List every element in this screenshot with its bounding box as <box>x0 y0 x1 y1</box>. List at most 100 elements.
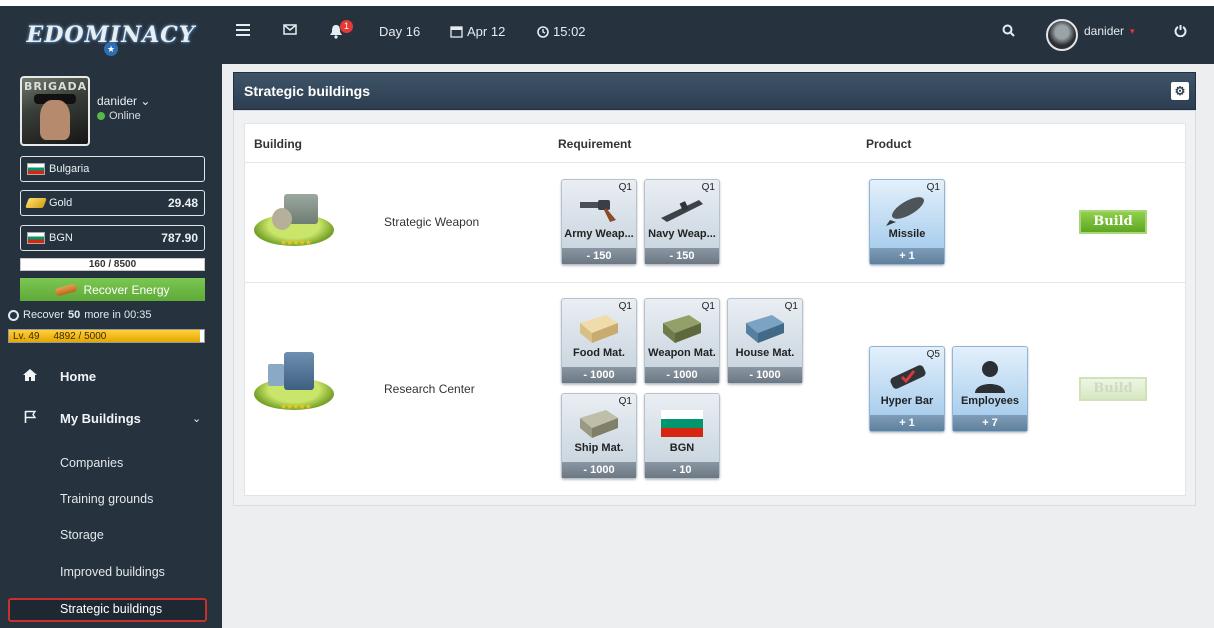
product-item[interactable]: Q5 Hyper Bar + 1 <box>869 346 945 432</box>
chevron-down-icon: ⌄ <box>192 412 202 425</box>
recover-amount: 50 <box>67 309 81 321</box>
menu-icon[interactable] <box>236 24 250 36</box>
hyper-bar-icon <box>890 365 926 389</box>
bulgaria-flag-icon <box>661 410 703 437</box>
bgn-flag-icon <box>27 232 45 244</box>
requirement-item[interactable]: Q1 Army Weap... - 150 <box>561 179 637 265</box>
clock-icon <box>537 25 549 38</box>
item-name: Missile <box>888 228 926 240</box>
item-name: Hyper Bar <box>880 395 934 407</box>
item-quantity: - 10 <box>645 462 719 478</box>
profile-username: danider <box>97 94 138 108</box>
sidebar-item-training-grounds[interactable]: Training grounds <box>60 492 153 506</box>
requirement-item[interactable]: Q1 Navy Weap... - 150 <box>644 179 720 265</box>
logo[interactable]: EDOMINACY ★ <box>0 6 222 64</box>
house-crate-icon <box>746 315 784 343</box>
bread-icon <box>54 282 79 297</box>
item-name: Ship Mat. <box>574 442 624 454</box>
column-requirement: Requirement <box>558 137 632 151</box>
gear-icon[interactable]: ⚙ <box>1171 82 1189 100</box>
power-icon[interactable] <box>1174 24 1187 37</box>
recover-prefix: Recover <box>23 309 64 321</box>
build-button-disabled: Build <box>1079 377 1147 401</box>
requirement-item[interactable]: Q1 Ship Mat. - 1000 <box>561 393 637 479</box>
item-quantity: - 1000 <box>728 367 802 383</box>
date-label: Apr 12 <box>450 24 505 39</box>
caret-down-icon: ▾ <box>1130 25 1135 36</box>
level-bar-fill: Lv. 49 4892 / 5000 <box>9 330 200 342</box>
column-building: Building <box>254 137 302 151</box>
energy-bar: 160 / 8500 <box>20 258 205 271</box>
date-text: Apr 12 <box>467 24 506 39</box>
item-quantity: + 7 <box>953 415 1027 431</box>
build-button[interactable]: Build <box>1079 210 1147 234</box>
status-text: Online <box>109 110 141 122</box>
building-name: Research Center <box>384 382 475 396</box>
strategic-weapon-building-image: ★★★★★ <box>254 186 334 256</box>
timer-ring-icon <box>8 309 19 321</box>
food-crate-icon <box>580 315 618 343</box>
profile-name[interactable]: danider ⌄ <box>97 94 150 108</box>
requirement-item[interactable]: Q1 Food Mat. - 1000 <box>561 298 637 384</box>
item-quantity: + 1 <box>870 248 944 264</box>
requirement-item[interactable]: Q1 Weapon Mat. - 1000 <box>644 298 720 384</box>
nav-my-buildings[interactable]: My Buildings ⌄ <box>0 410 222 426</box>
panel-title: Strategic buildings <box>244 83 371 99</box>
submarine-icon <box>661 200 703 222</box>
mail-icon[interactable] <box>283 24 297 35</box>
gold-label: Gold <box>49 197 73 209</box>
item-quantity: - 1000 <box>645 367 719 383</box>
gold-icon <box>25 198 47 208</box>
xp-text: 4892 / 5000 <box>53 330 107 342</box>
bulgaria-flag-icon <box>27 163 45 175</box>
recover-timer: Recover 50 more in 00:35 <box>8 309 151 321</box>
user-menu[interactable]: danider ▾ <box>1084 24 1135 38</box>
product-item[interactable]: Employees + 7 <box>952 346 1028 432</box>
sidebar-item-improved-buildings[interactable]: Improved buildings <box>60 565 165 579</box>
nav-my-buildings-label: My Buildings <box>60 410 141 426</box>
item-name: Weapon Mat. <box>648 347 716 359</box>
gold-box: Gold 29.48 <box>20 190 205 216</box>
sidebar-item-strategic-buildings[interactable]: Strategic buildings <box>60 602 162 616</box>
nav-home[interactable]: Home <box>0 368 222 384</box>
recover-energy-button[interactable]: Recover Energy <box>20 278 205 301</box>
search-icon[interactable] <box>1002 24 1015 37</box>
notification-badge: 1 <box>340 20 353 33</box>
item-quantity: - 150 <box>562 248 636 264</box>
user-avatar[interactable] <box>1046 19 1078 51</box>
building-name: Strategic Weapon <box>384 215 480 229</box>
item-name: Employees <box>960 395 1020 407</box>
sidebar-item-companies[interactable]: Companies <box>60 456 123 470</box>
level-text: Lv. 49 <box>13 330 40 342</box>
top-bar: EDOMINACY ★ 1 Day 16 Apr 12 15:02 danide… <box>0 0 1214 64</box>
time-text: 15:02 <box>553 24 586 39</box>
column-product: Product <box>866 137 912 151</box>
revolver-icon <box>580 200 616 222</box>
currency-value: 787.90 <box>161 231 198 245</box>
requirement-item[interactable]: BGN - 10 <box>644 393 720 479</box>
ship-crate-icon <box>580 410 618 438</box>
sidebar: BRIGADA danider ⌄ Online Bulgaria Gold 2… <box>0 64 222 628</box>
product-item[interactable]: Q1 Missile + 1 <box>869 179 945 265</box>
header-separator <box>244 162 1186 163</box>
requirement-item[interactable]: Q1 House Mat. - 1000 <box>727 298 803 384</box>
item-quantity: - 1000 <box>562 367 636 383</box>
recover-button-label: Recover Energy <box>83 282 170 297</box>
sidebar-item-storage[interactable]: Storage <box>60 528 104 542</box>
country-name: Bulgaria <box>49 163 90 175</box>
online-status: Online <box>97 110 141 122</box>
avatar-text: BRIGADA <box>24 80 88 93</box>
online-dot-icon <box>97 112 105 120</box>
profile-avatar[interactable]: BRIGADA <box>20 76 90 146</box>
currency-box: BGN 787.90 <box>20 225 205 251</box>
weapon-crate-icon <box>663 315 701 343</box>
gold-value: 29.48 <box>167 196 198 210</box>
panel-header: Strategic buildings ⚙ <box>233 72 1196 110</box>
nav-home-label: Home <box>60 368 97 384</box>
country-box[interactable]: Bulgaria <box>20 156 205 182</box>
item-name: Navy Weap... <box>648 228 716 240</box>
item-quantity: + 1 <box>870 415 944 431</box>
energy-text: 160 / 8500 <box>88 259 137 270</box>
calendar-icon <box>450 26 463 38</box>
recover-suffix: more in 00:35 <box>84 309 152 321</box>
